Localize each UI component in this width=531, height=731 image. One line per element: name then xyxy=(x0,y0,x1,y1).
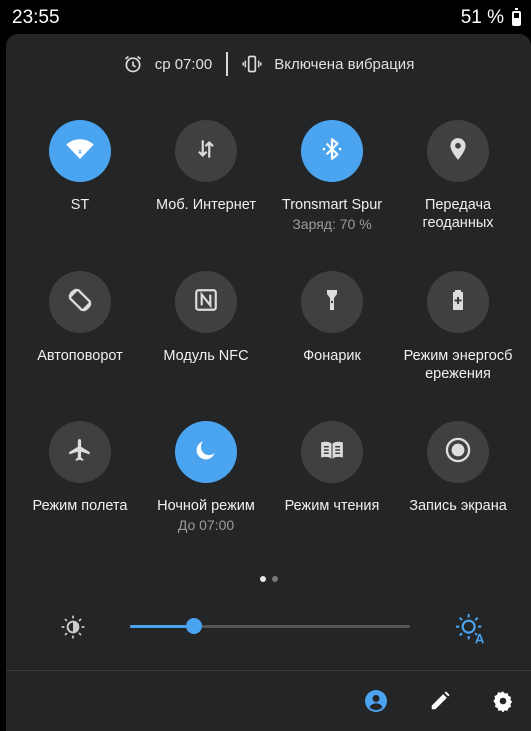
tile-mobile-data-label: Моб. Интернет xyxy=(156,197,256,213)
settings-gear-icon[interactable] xyxy=(491,689,515,713)
nfc-icon xyxy=(193,287,219,318)
user-account-icon[interactable] xyxy=(364,689,388,713)
battery-indicator: 51 % xyxy=(461,7,521,29)
tile-night-mode-button[interactable] xyxy=(175,421,237,483)
brightness-slider-thumb[interactable] xyxy=(186,618,203,634)
tile-battery-saver[interactable]: Режим энергосб ережения xyxy=(395,271,521,383)
reading-mode-icon xyxy=(319,437,345,468)
alarm-row: ср 07:00 Включена вибрация xyxy=(6,52,531,76)
tile-night-mode-sublabel: До 07:00 xyxy=(177,517,235,533)
alarm-row-divider xyxy=(226,52,229,76)
tile-nfc[interactable]: Модуль NFC xyxy=(143,271,269,365)
tile-battery-saver-label: Режим энергосб ережения xyxy=(403,348,513,382)
battery-percent: 51 % xyxy=(460,7,504,28)
tile-location[interactable]: Передача геоданных xyxy=(395,120,521,232)
tile-wifi-button[interactable] xyxy=(49,120,111,182)
tile-mobile-data-button[interactable] xyxy=(175,120,237,182)
tile-auto-rotate[interactable]: Автоповорот xyxy=(17,271,143,365)
bluetooth-icon xyxy=(319,136,345,167)
tile-night-mode-label: Ночной режим xyxy=(157,498,255,514)
page-indicator xyxy=(260,576,278,582)
tile-bluetooth-label: Tronsmart Spur xyxy=(281,197,383,213)
vibration-status-text[interactable]: Включена вибрация xyxy=(274,56,414,73)
tile-airplane-label: Режим полета xyxy=(32,498,128,514)
tile-nfc-label: Модуль NFC xyxy=(163,348,249,364)
edit-pencil-icon[interactable] xyxy=(428,689,452,713)
brightness-slider-fill xyxy=(130,625,195,628)
tile-wifi-label: ST xyxy=(70,197,90,213)
tile-auto-rotate-button[interactable] xyxy=(49,271,111,333)
tile-airplane[interactable]: Режим полета xyxy=(17,421,143,515)
battery-icon xyxy=(512,7,521,26)
page-dot-1[interactable] xyxy=(260,576,266,582)
airplane-icon xyxy=(67,437,93,468)
mobile-data-icon xyxy=(193,136,219,167)
tile-location-button[interactable] xyxy=(427,120,489,182)
tile-flashlight-button[interactable] xyxy=(301,271,363,333)
tile-reading-mode-label: Режим чтения xyxy=(284,498,380,514)
tile-mobile-data[interactable]: Моб. Интернет xyxy=(143,120,269,214)
tile-reading-mode-button[interactable] xyxy=(301,421,363,483)
location-icon xyxy=(445,136,471,167)
vibrate-icon[interactable] xyxy=(242,54,262,74)
bottom-divider xyxy=(6,670,531,671)
next-alarm-text[interactable]: ср 07:00 xyxy=(155,56,213,73)
tile-location-label: Передача геоданных xyxy=(422,197,494,231)
quick-settings-panel: ср 07:00 Включена вибрация ST Моб. Интер… xyxy=(6,34,531,731)
tile-bluetooth-button[interactable] xyxy=(301,120,363,182)
tile-wifi[interactable]: ST xyxy=(17,120,143,214)
tile-flashlight[interactable]: Фонарик xyxy=(269,271,395,365)
brightness-slider[interactable] xyxy=(130,618,410,634)
tile-reading-mode[interactable]: Режим чтения xyxy=(269,421,395,515)
tile-auto-rotate-label: Автоповорот xyxy=(37,348,123,364)
tile-night-mode[interactable]: Ночной режим До 07:00 xyxy=(143,421,269,534)
status-bar: 23:55 51 % xyxy=(0,0,531,34)
battery-saver-icon xyxy=(446,288,470,317)
tile-screen-record-button[interactable] xyxy=(427,421,489,483)
tile-flashlight-label: Фонарик xyxy=(303,348,361,364)
tile-battery-saver-button[interactable] xyxy=(427,271,489,333)
tile-nfc-button[interactable] xyxy=(175,271,237,333)
tile-airplane-button[interactable] xyxy=(49,421,111,483)
tile-bluetooth[interactable]: Tronsmart Spur Заряд: 70 % xyxy=(269,120,395,233)
status-time: 23:55 xyxy=(12,7,60,28)
brightness-low-icon xyxy=(60,614,86,645)
page-dot-2[interactable] xyxy=(272,576,278,582)
tile-bluetooth-sublabel: Заряд: 70 % xyxy=(292,216,372,232)
auto-brightness-icon[interactable] xyxy=(454,612,486,649)
night-mode-icon xyxy=(193,437,219,468)
tile-screen-record-label: Запись экрана xyxy=(409,498,507,514)
auto-rotate-icon xyxy=(66,286,94,319)
alarm-clock-icon[interactable] xyxy=(123,54,143,74)
wifi-icon xyxy=(65,134,95,169)
tile-screen-record[interactable]: Запись экрана xyxy=(395,421,521,515)
flashlight-icon xyxy=(320,288,344,317)
screen-record-icon xyxy=(444,436,472,469)
